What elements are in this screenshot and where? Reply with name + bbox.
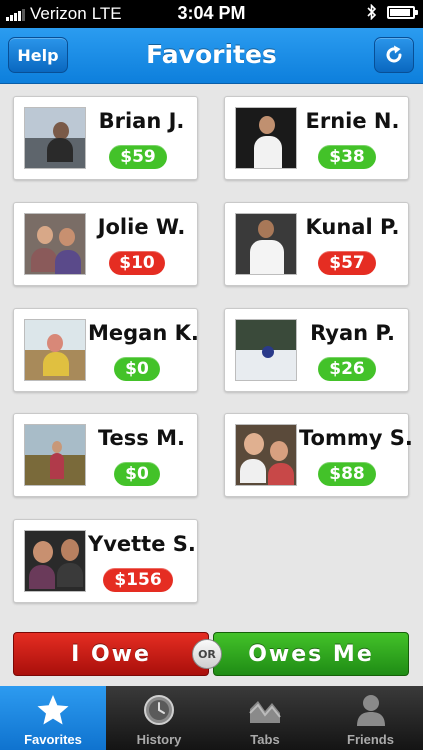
clock-icon (144, 695, 174, 725)
balance-badge: $88 (318, 462, 376, 486)
avatar (24, 530, 86, 592)
favorite-card-yvette[interactable]: Yvette S. $156 (13, 519, 198, 603)
avatar (235, 213, 297, 275)
favorite-card-tess[interactable]: Tess M. $0 (13, 413, 198, 497)
friend-name: Brian J. (98, 109, 185, 133)
or-divider: OR (192, 639, 222, 669)
tab-label: History (136, 732, 182, 747)
favorite-card-jolie[interactable]: Jolie W. $10 (13, 202, 198, 286)
tab-label: Friends (347, 732, 394, 747)
status-bar: Verizon LTE 3:04 PM (0, 0, 423, 28)
balance-badge: $26 (318, 357, 376, 381)
friend-name: Ernie N. (305, 109, 400, 133)
friend-name: Tommy S. (299, 426, 413, 450)
owes-me-button[interactable]: Owes Me (213, 632, 409, 676)
favorite-card-kunal[interactable]: Kunal P. $57 (224, 202, 409, 286)
favorite-card-brian[interactable]: Brian J. $59 (13, 96, 198, 180)
favorite-card-ernie[interactable]: Ernie N. $38 (224, 96, 409, 180)
tab-history[interactable]: History (106, 686, 212, 750)
clock: 3:04 PM (177, 3, 246, 23)
friend-name: Ryan P. (310, 321, 395, 345)
friend-name: Kunal P. (305, 215, 400, 239)
balance-badge: $59 (109, 145, 167, 169)
balance-badge: $0 (114, 462, 160, 486)
balance-badge: $57 (318, 251, 376, 275)
bluetooth-icon (367, 4, 377, 20)
person-icon (356, 695, 385, 726)
avatar (235, 107, 297, 169)
page-title: Favorites (146, 40, 277, 69)
friend-name: Tess M. (98, 426, 185, 450)
balance-badge: $0 (114, 357, 160, 381)
tab-bar: Favorites History Tabs Friends (0, 686, 423, 750)
friend-name: Yvette S. (88, 532, 196, 556)
tab-friends[interactable]: Friends (318, 686, 423, 750)
battery-icon (387, 5, 418, 19)
refresh-button[interactable] (374, 37, 414, 73)
chart-icon (249, 701, 281, 723)
avatar (235, 319, 297, 381)
balance-badge: $38 (318, 145, 376, 169)
refresh-icon (386, 45, 402, 63)
avatar (235, 424, 297, 486)
i-owe-button[interactable]: I Owe (13, 632, 209, 676)
avatar (24, 424, 86, 486)
nav-bar: Help Favorites (0, 28, 423, 84)
avatar (24, 213, 86, 275)
tab-label: Favorites (24, 732, 82, 747)
tab-favorites[interactable]: Favorites (0, 686, 106, 750)
avatar (24, 107, 86, 169)
favorite-card-ryan[interactable]: Ryan P. $26 (224, 308, 409, 392)
favorite-card-tommy[interactable]: Tommy S. $88 (224, 413, 413, 497)
tab-tabs[interactable]: Tabs (212, 686, 318, 750)
avatar (24, 319, 86, 381)
star-icon (37, 695, 69, 725)
friend-name: Megan K. (88, 321, 199, 345)
friend-name: Jolie W. (97, 215, 186, 239)
balance-badge: $10 (109, 251, 165, 275)
favorite-card-megan[interactable]: Megan K. $0 (13, 308, 199, 392)
tab-label: Tabs (250, 732, 280, 747)
balance-badge: $156 (103, 568, 173, 592)
